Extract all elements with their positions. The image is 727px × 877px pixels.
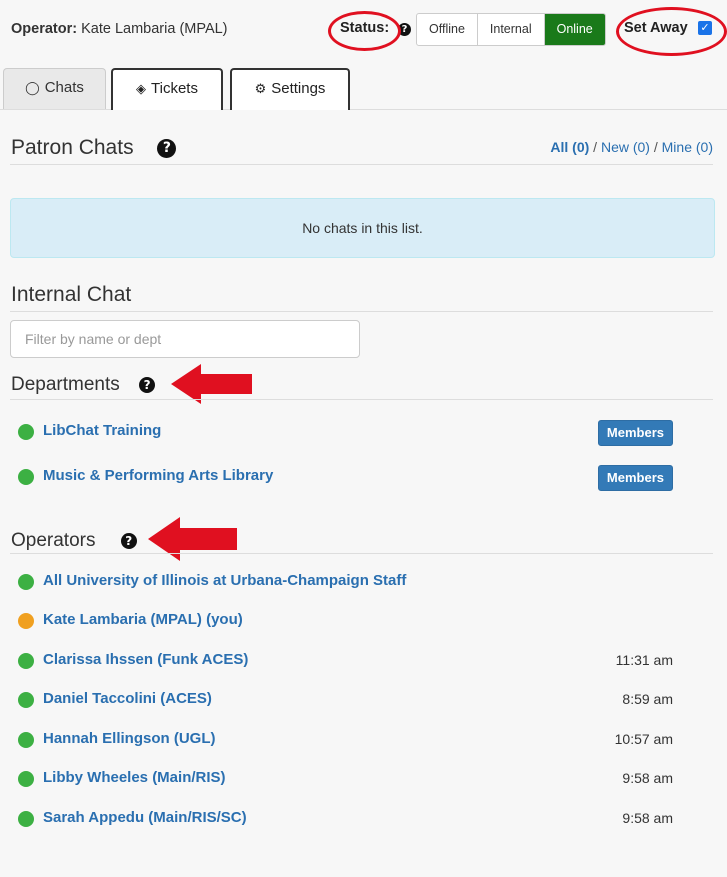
internal-chat-filter-input[interactable] xyxy=(10,320,360,358)
operators-help-icon[interactable]: ? xyxy=(120,532,137,549)
operator-row[interactable]: Sarah Appedu (Main/RIS/SC) 9:58 am xyxy=(18,807,673,829)
tab-chats-label: Chats xyxy=(44,79,84,96)
operator-name: Kate Lambaria (MPAL) xyxy=(81,21,228,37)
operator-row-name[interactable]: All University of Illinois at Urbana-Cha… xyxy=(43,572,406,589)
operator-time: 8:59 am xyxy=(622,691,673,707)
department-name[interactable]: Music & Performing Arts Library xyxy=(43,467,273,484)
status-dot-online xyxy=(18,771,34,787)
empty-chats-alert: No chats in this list. xyxy=(10,198,715,258)
status-selector: Offline Internal Online xyxy=(416,13,606,46)
operators-annotation-arrow xyxy=(148,517,237,561)
operator-row[interactable]: Kate Lambaria (MPAL) (you) xyxy=(18,609,673,631)
status-internal-button[interactable]: Internal xyxy=(478,14,545,45)
status-dot-online xyxy=(18,732,34,748)
tab-chats[interactable]: ◯ Chats xyxy=(3,68,106,109)
chat-filters: All (0) / New (0) / Mine (0) xyxy=(550,139,713,155)
operators-heading: Operators ? xyxy=(11,530,137,552)
operator-row-name[interactable]: Daniel Taccolini (ACES) xyxy=(43,690,212,707)
operator-time: 9:58 am xyxy=(622,810,673,826)
patron-chats-title: Patron Chats xyxy=(11,136,134,159)
departments-heading: Departments ? xyxy=(11,374,156,396)
status-dot-online xyxy=(18,811,34,827)
gear-icon: ⚙ xyxy=(254,82,267,97)
status-dot-online xyxy=(18,424,34,440)
departments-title: Departments xyxy=(11,374,120,395)
tab-settings-label: Settings xyxy=(271,80,326,97)
status-online-button[interactable]: Online xyxy=(544,14,605,45)
operator-row[interactable]: Libby Wheeles (Main/RIS) 9:58 am xyxy=(18,767,673,789)
operators-title: Operators xyxy=(11,530,96,551)
operator-row-name[interactable]: Kate Lambaria (MPAL) (you) xyxy=(43,611,243,628)
set-away-annotation-oval xyxy=(616,7,727,56)
divider xyxy=(10,164,713,165)
filter-new-link[interactable]: New (0) xyxy=(601,139,650,155)
tab-bar: ◯ Chats ◈ Tickets ⚙ Settings xyxy=(0,68,727,110)
divider xyxy=(10,399,713,400)
patron-chats-help-icon[interactable]: ? xyxy=(157,138,177,158)
filter-mine-link[interactable]: Mine (0) xyxy=(662,139,713,155)
operator-row[interactable]: Clarissa Ihssen (Funk ACES) 11:31 am xyxy=(18,649,673,671)
members-button[interactable]: Members xyxy=(597,420,673,446)
tab-tickets-label: Tickets xyxy=(151,80,198,97)
patron-chats-heading: Patron Chats ? xyxy=(11,136,177,160)
departments-help-icon[interactable]: ? xyxy=(139,376,156,393)
status-dot-online xyxy=(18,692,34,708)
operator-row[interactable]: Daniel Taccolini (ACES) 8:59 am xyxy=(18,688,673,710)
divider xyxy=(10,311,713,312)
status-dot-online xyxy=(18,469,34,485)
departments-annotation-arrow xyxy=(171,364,252,404)
filter-separator: / xyxy=(653,139,658,155)
operator-row-name[interactable]: Libby Wheeles (Main/RIS) xyxy=(43,769,226,786)
ticket-icon: ◈ xyxy=(136,82,147,97)
members-button[interactable]: Members xyxy=(597,465,673,491)
operator-row-name[interactable]: Hannah Ellingson (UGL) xyxy=(43,730,216,747)
department-name[interactable]: LibChat Training xyxy=(43,422,161,439)
status-offline-button[interactable]: Offline xyxy=(417,14,478,45)
operator-row-name[interactable]: Sarah Appedu (Main/RIS/SC) xyxy=(43,809,247,826)
tab-settings[interactable]: ⚙ Settings xyxy=(230,68,350,110)
filter-separator: / xyxy=(593,139,598,155)
department-row[interactable]: LibChat Training Members xyxy=(18,420,673,446)
filter-all-link[interactable]: All (0) xyxy=(550,139,589,155)
operator-info: Operator: Kate Lambaria (MPAL) xyxy=(11,21,228,37)
status-dot-online xyxy=(18,653,34,669)
operator-row[interactable]: All University of Illinois at Urbana-Cha… xyxy=(18,570,673,592)
operator-time: 11:31 am xyxy=(615,652,673,668)
tab-tickets[interactable]: ◈ Tickets xyxy=(111,68,223,110)
operator-time: 9:58 am xyxy=(622,770,673,786)
status-dot-online xyxy=(18,574,34,590)
department-row[interactable]: Music & Performing Arts Library Members xyxy=(18,465,673,491)
status-dot-away xyxy=(18,613,34,629)
divider xyxy=(10,553,713,554)
operator-row-name[interactable]: Clarissa Ihssen (Funk ACES) xyxy=(43,651,248,668)
operator-row[interactable]: Hannah Ellingson (UGL) 10:57 am xyxy=(18,728,673,750)
chat-bubble-icon: ◯ xyxy=(25,81,40,96)
operator-label: Operator: xyxy=(11,21,78,37)
internal-chat-title: Internal Chat xyxy=(11,283,132,306)
operator-time: 10:57 am xyxy=(614,731,673,747)
status-annotation-oval xyxy=(328,11,401,51)
